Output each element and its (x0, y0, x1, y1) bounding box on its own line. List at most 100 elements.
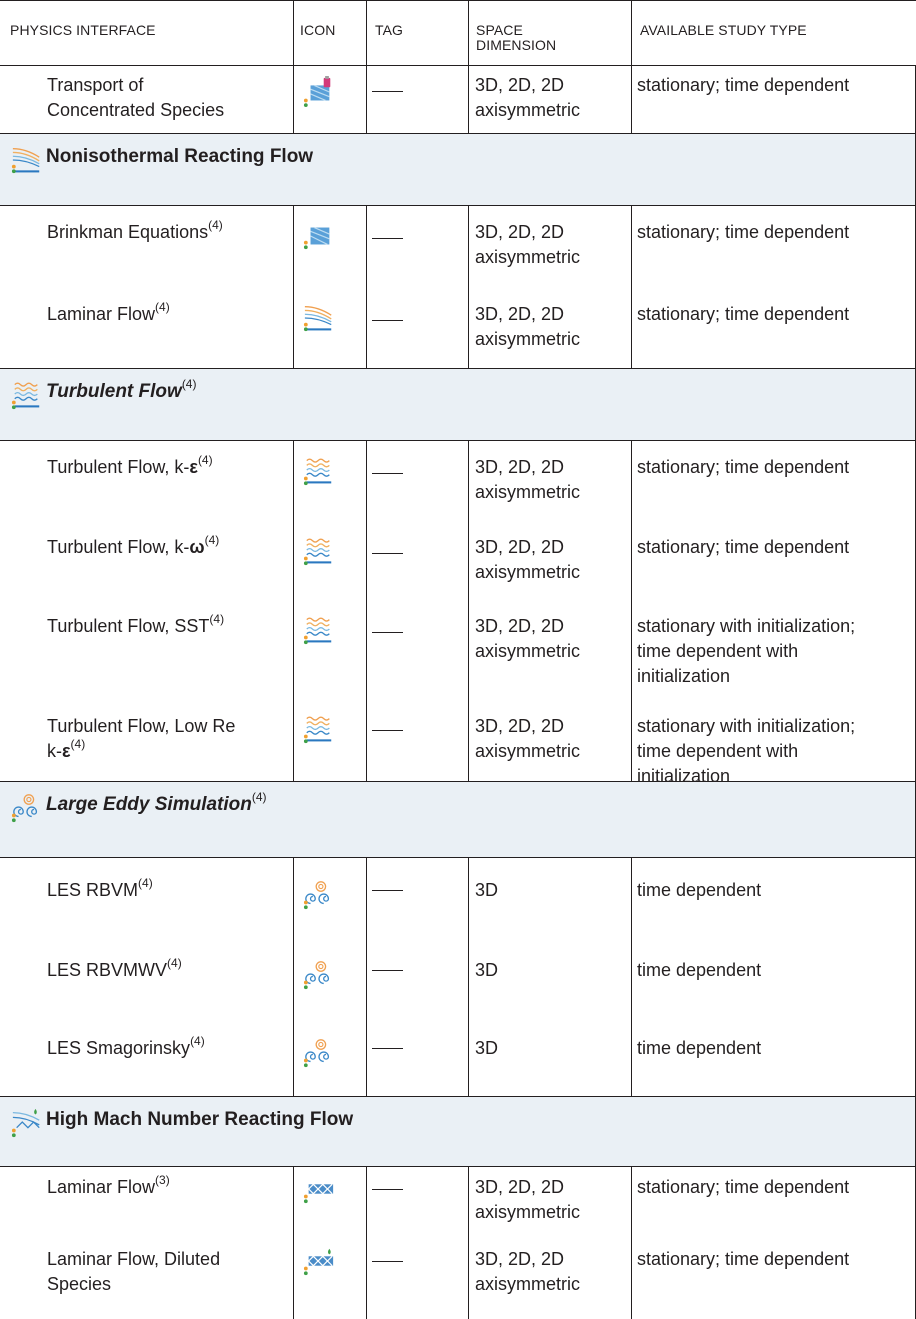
brinkman-icon (303, 226, 330, 250)
row-physics-name: Laminar Flow(3) (47, 1173, 170, 1197)
table-row: Brinkman Equations(4) 3D, 2D, 2D axisymm… (0, 206, 916, 288)
row-space-dimension: 3D, 2D, 2D axisymmetric (468, 704, 631, 781)
row-space-dimension: 3D (468, 938, 631, 1016)
row-tag-cell (366, 288, 468, 368)
dash (372, 238, 403, 239)
section-turbulent-flow: Turbulent Flow(4) (0, 368, 916, 441)
row-space-dimension: 3D (468, 1016, 631, 1096)
laminar-flow-icon (303, 306, 332, 332)
row-study-type: stationary; time dependent (631, 441, 916, 521)
row-study-type: time dependent (631, 858, 916, 938)
row-physics-name: LES Smagorinsky(4) (47, 1034, 205, 1058)
table-row: Laminar Flow(4) 3D, 2D, 2D axisymmetric … (0, 288, 916, 368)
row-icon-cell (293, 858, 366, 938)
dash (372, 1261, 403, 1262)
header-physics-interface: PHYSICS INTERFACE (10, 22, 156, 38)
row-space-dimension: 3D, 2D, 2D axisymmetric (468, 288, 631, 368)
dash (372, 970, 403, 971)
section-nonisothermal-reacting-flow: Nonisothermal Reacting Flow (0, 133, 916, 206)
table-row: LES RBVMWV(4) 3D time dependent (0, 938, 916, 1016)
laminar-flow-icon (11, 148, 40, 174)
section-title: Nonisothermal Reacting Flow (46, 146, 314, 167)
section-title: High Mach Number Reacting Flow (46, 1109, 354, 1130)
table-row: Turbulent Flow, k-ω(4) 3D, 2D, 2D axisym… (0, 521, 916, 600)
high-mach-laminar-icon (303, 1183, 334, 1204)
row-physics-name: Brinkman Equations(4) (47, 218, 223, 242)
row-physics-name: LES RBVM(4) (47, 876, 153, 900)
row-physics-name: Transport of Concentrated Species (47, 75, 225, 120)
high-mach-diluted-icon (303, 1248, 334, 1276)
header-space-dimension: SPACE DIMENSION (468, 1, 631, 65)
row-study-type: stationary; time dependent (631, 1167, 916, 1239)
turbulent-flow-icon (303, 716, 332, 744)
row-study-type: stationary; time dependent (631, 206, 916, 288)
table-row: Turbulent Flow, k-ε(4) 3D, 2D, 2D axisym… (0, 441, 916, 521)
turbulent-flow-icon (303, 617, 332, 645)
row-icon-cell (293, 938, 366, 1016)
row-study-type: time dependent (631, 938, 916, 1016)
row-icon-cell (293, 1239, 366, 1319)
row-space-dimension: 3D (468, 858, 631, 938)
row-study-type: stationary with initialization; time dep… (631, 600, 916, 704)
row-physics-name: Turbulent Flow, k-ε(4) (47, 453, 213, 477)
row-physics-name: Turbulent Flow, k-ω(4) (47, 533, 220, 557)
section-title: Turbulent Flow(4) (46, 377, 197, 402)
dash (372, 553, 403, 554)
row-tag-cell (366, 206, 468, 288)
row-tag-cell (366, 938, 468, 1016)
row-physics-name: Laminar Flow(4) (47, 300, 170, 324)
table-row: Turbulent Flow, Low Re k-ε(4) 3D, 2D, 2D… (0, 704, 916, 786)
row-icon-cell (293, 600, 366, 704)
row-study-type: time dependent (631, 1016, 916, 1096)
table-row: LES Smagorinsky(4) 3D time dependent (0, 1016, 916, 1096)
row-tag-cell (366, 1167, 468, 1239)
row-tag-cell (366, 521, 468, 600)
row-icon-cell (293, 521, 366, 600)
dash (372, 1048, 403, 1049)
row-space-dimension: 3D, 2D, 2D axisymmetric (468, 600, 631, 704)
row-space-dimension: 3D, 2D, 2D axisymmetric (468, 521, 631, 600)
table-header: PHYSICS INTERFACE ICON TAG SPACE DIMENSI… (0, 0, 916, 66)
row-study-type: stationary; time dependent (631, 288, 916, 368)
dash (372, 1189, 403, 1190)
row-tag-cell (366, 704, 468, 781)
row-study-type: stationary; time dependent (631, 66, 916, 133)
header-space-dimension-line2: DIMENSION (476, 37, 557, 53)
table-row: LES RBVM(4) 3D time dependent (0, 858, 916, 938)
row-tag-cell (366, 1016, 468, 1096)
header-space-dimension-line1: SPACE (476, 22, 523, 38)
row-tag-cell (366, 441, 468, 521)
row-physics-name: LES RBVMWV(4) (47, 956, 182, 980)
transport-concentrated-species-icon (303, 76, 331, 108)
row-space-dimension: 3D, 2D, 2D axisymmetric (468, 441, 631, 521)
header-tag: TAG (366, 1, 468, 65)
row-space-dimension: 3D, 2D, 2D axisymmetric (468, 206, 631, 288)
header-available-study-type: AVAILABLE STUDY TYPE (631, 1, 916, 65)
row-study-type: stationary; time dependent (631, 1239, 916, 1319)
row-physics-name: Turbulent Flow, Low Re k-ε(4) (47, 716, 236, 761)
row-space-dimension: 3D, 2D, 2D axisymmetric (468, 1239, 631, 1319)
les-icon (303, 1039, 330, 1068)
row-tag-cell (366, 66, 468, 133)
row-tag-cell (366, 1239, 468, 1319)
section-high-mach-number-reacting-flow: High Mach Number Reacting Flow (0, 1096, 916, 1167)
row-icon-cell (293, 704, 366, 781)
high-mach-flow-icon (11, 1108, 40, 1138)
dash (372, 91, 403, 92)
turbulent-flow-icon (11, 382, 40, 410)
row-tag-cell (366, 600, 468, 704)
row-physics-name: Laminar Flow, Diluted Species (47, 1249, 221, 1294)
row-icon-cell (293, 206, 366, 288)
turbulent-flow-icon (303, 458, 332, 486)
row-icon-cell (293, 441, 366, 521)
row-study-type: stationary; time dependent (631, 521, 916, 600)
row-space-dimension: 3D, 2D, 2D axisymmetric (468, 66, 631, 133)
row-study-type: stationary with initialization; time dep… (631, 704, 916, 786)
table-row: Transport of Concentrated Species 3D, 2D… (0, 66, 916, 133)
section-title: Large Eddy Simulation(4) (46, 790, 267, 815)
section-large-eddy-simulation: Large Eddy Simulation(4) (0, 781, 916, 858)
row-icon-cell (293, 1167, 366, 1239)
dash (372, 320, 403, 321)
table-row: Laminar Flow, Diluted Species 3D, 2D, 2D… (0, 1239, 916, 1319)
dash (372, 730, 403, 731)
